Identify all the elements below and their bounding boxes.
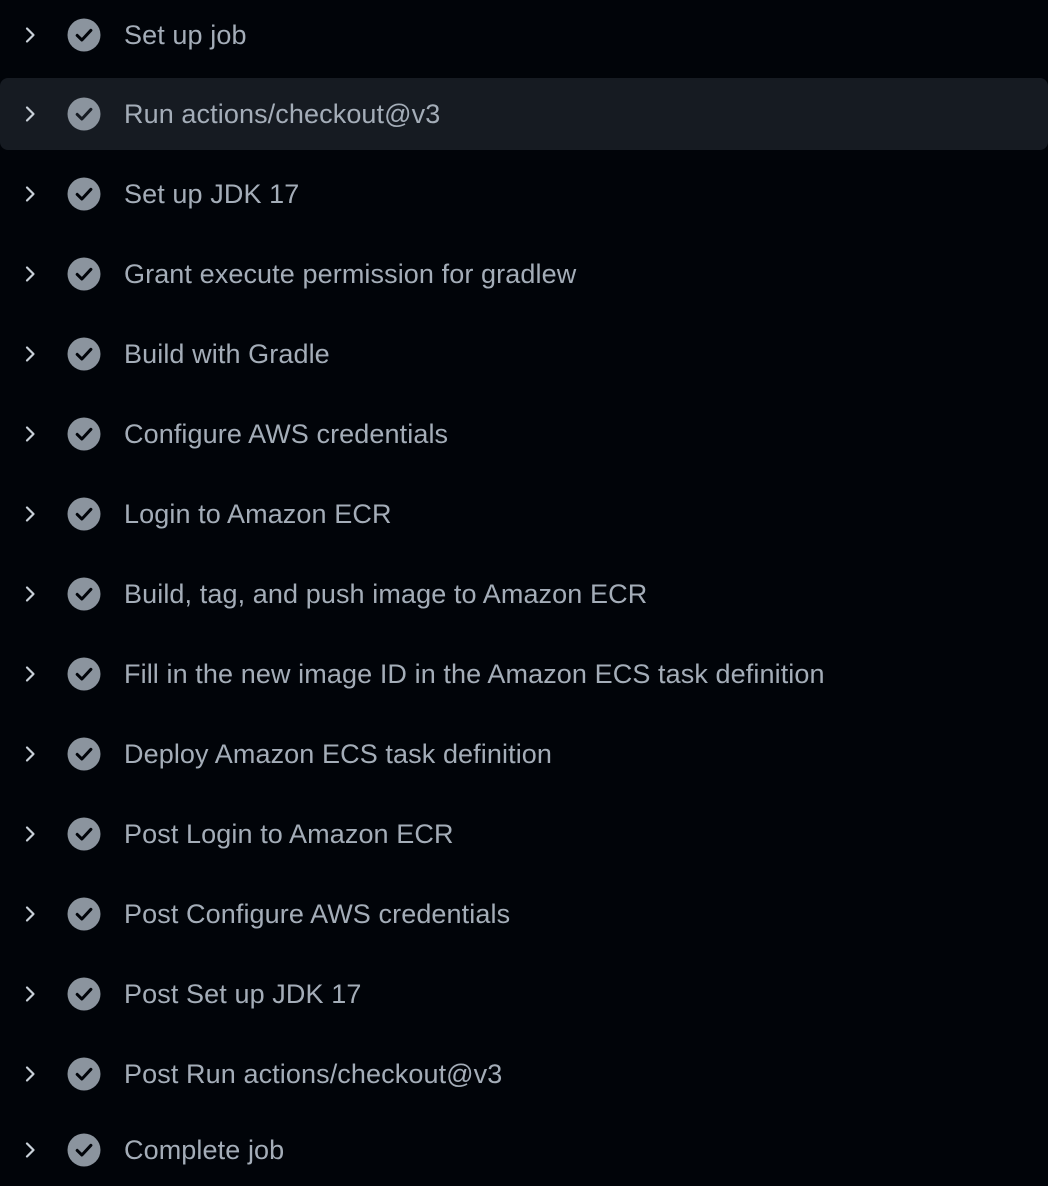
step-label: Post Configure AWS credentials bbox=[124, 899, 511, 929]
chevron-right-icon[interactable] bbox=[18, 662, 42, 686]
step-row[interactable]: Login to Amazon ECR bbox=[0, 478, 1048, 550]
step-row[interactable]: Post Run actions/checkout@v3 bbox=[0, 1038, 1048, 1110]
check-circle-fill-icon bbox=[67, 97, 101, 131]
step-label: Set up JDK 17 bbox=[124, 179, 300, 209]
step-row[interactable]: Fill in the new image ID in the Amazon E… bbox=[0, 638, 1048, 710]
check-circle-fill-icon bbox=[67, 417, 101, 451]
check-circle-fill-icon bbox=[67, 18, 101, 52]
check-circle-fill-icon bbox=[67, 977, 101, 1011]
check-circle-fill-icon bbox=[67, 1133, 101, 1167]
step-label: Build with Gradle bbox=[124, 339, 330, 369]
step-label: Grant execute permission for gradlew bbox=[124, 259, 577, 289]
step-label: Login to Amazon ECR bbox=[124, 499, 392, 529]
step-row[interactable]: Run actions/checkout@v3 bbox=[0, 78, 1048, 150]
step-row[interactable]: Configure AWS credentials bbox=[0, 398, 1048, 470]
step-label: Fill in the new image ID in the Amazon E… bbox=[124, 659, 825, 689]
check-circle-fill-icon bbox=[67, 577, 101, 611]
step-label: Post Login to Amazon ECR bbox=[124, 819, 454, 849]
step-row[interactable]: Post Set up JDK 17 bbox=[0, 958, 1048, 1030]
chevron-right-icon[interactable] bbox=[18, 23, 42, 47]
chevron-right-icon[interactable] bbox=[18, 982, 42, 1006]
chevron-right-icon[interactable] bbox=[18, 902, 42, 926]
chevron-right-icon[interactable] bbox=[18, 1138, 42, 1162]
check-circle-fill-icon bbox=[67, 497, 101, 531]
step-label: Deploy Amazon ECS task definition bbox=[124, 739, 553, 769]
chevron-right-icon[interactable] bbox=[18, 1062, 42, 1086]
step-row[interactable]: Complete job bbox=[0, 1114, 1048, 1186]
step-label: Set up job bbox=[124, 20, 247, 50]
step-row[interactable]: Set up JDK 17 bbox=[0, 158, 1048, 230]
step-row[interactable]: Grant execute permission for gradlew bbox=[0, 238, 1048, 310]
chevron-right-icon[interactable] bbox=[18, 822, 42, 846]
chevron-right-icon[interactable] bbox=[18, 422, 42, 446]
chevron-right-icon[interactable] bbox=[18, 262, 42, 286]
step-label: Post Run actions/checkout@v3 bbox=[124, 1059, 503, 1089]
chevron-right-icon[interactable] bbox=[18, 742, 42, 766]
check-circle-fill-icon bbox=[67, 257, 101, 291]
chevron-right-icon[interactable] bbox=[18, 102, 42, 126]
check-circle-fill-icon bbox=[67, 1057, 101, 1091]
step-label: Build, tag, and push image to Amazon ECR bbox=[124, 579, 648, 609]
check-circle-fill-icon bbox=[67, 897, 101, 931]
check-circle-fill-icon bbox=[67, 337, 101, 371]
step-label: Complete job bbox=[124, 1135, 285, 1165]
step-row[interactable]: Build with Gradle bbox=[0, 318, 1048, 390]
chevron-right-icon[interactable] bbox=[18, 342, 42, 366]
chevron-right-icon[interactable] bbox=[18, 182, 42, 206]
step-row[interactable]: Set up job bbox=[0, 0, 1048, 71]
step-row[interactable]: Deploy Amazon ECS task definition bbox=[0, 718, 1048, 790]
step-label: Configure AWS credentials bbox=[124, 419, 449, 449]
check-circle-fill-icon bbox=[67, 177, 101, 211]
check-circle-fill-icon bbox=[67, 737, 101, 771]
chevron-right-icon[interactable] bbox=[18, 582, 42, 606]
step-row[interactable]: Post Login to Amazon ECR bbox=[0, 798, 1048, 870]
check-circle-fill-icon bbox=[67, 657, 101, 691]
step-label: Post Set up JDK 17 bbox=[124, 979, 362, 1009]
step-row[interactable]: Post Configure AWS credentials bbox=[0, 878, 1048, 950]
job-steps-list: Set up job Run actions/checkout@v3 Set u… bbox=[0, 0, 1048, 1186]
step-label: Run actions/checkout@v3 bbox=[124, 99, 441, 129]
step-row[interactable]: Build, tag, and push image to Amazon ECR bbox=[0, 558, 1048, 630]
check-circle-fill-icon bbox=[67, 817, 101, 851]
chevron-right-icon[interactable] bbox=[18, 502, 42, 526]
